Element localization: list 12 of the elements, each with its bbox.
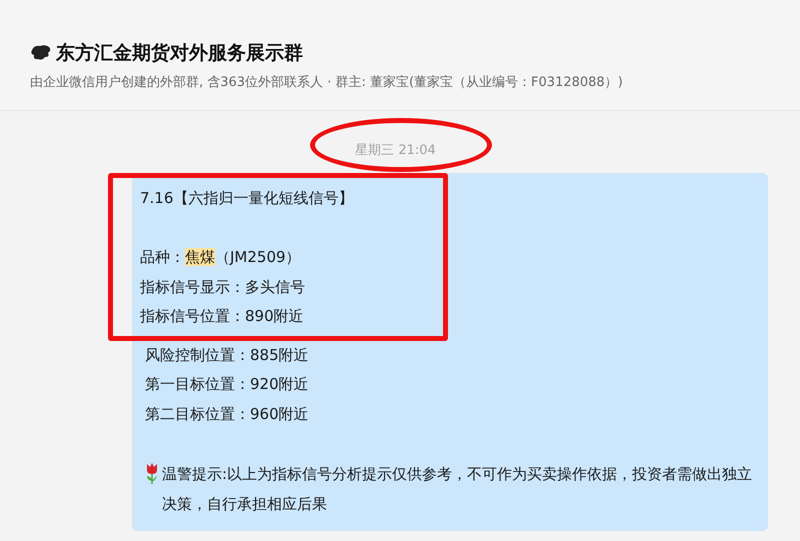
message-time: 星期三 21:04	[355, 142, 436, 159]
field-line: 指标信号显示：多头信号	[140, 276, 306, 298]
group-title: 东方汇金期货对外服务展示群	[56, 41, 303, 66]
field-line: 指标信号位置：890附近	[140, 306, 305, 327]
field-line: 风险控制位置：885附近	[145, 344, 310, 366]
field-line: 品种：焦煤（JM2509）	[140, 247, 302, 268]
tulip-icon	[145, 462, 159, 484]
field-line: 第一目标位置：920附近	[145, 374, 310, 395]
group-subtitle: 由企业微信用户创建的外部群, 含363位外部联系人 · 群主: 董家宝(董家宝（从业编号：F03128088）)	[30, 74, 624, 91]
warning-text: 温警提示:以上为指标信号分析提示仅供参考，不可作为买卖操作依据，投资者需做出独立决策，自行承担相应后果	[162, 464, 754, 514]
message-title: 7.16【六指归一量化短线信号】	[140, 188, 354, 209]
field-line: 第二目标位置：960附近	[145, 404, 310, 424]
